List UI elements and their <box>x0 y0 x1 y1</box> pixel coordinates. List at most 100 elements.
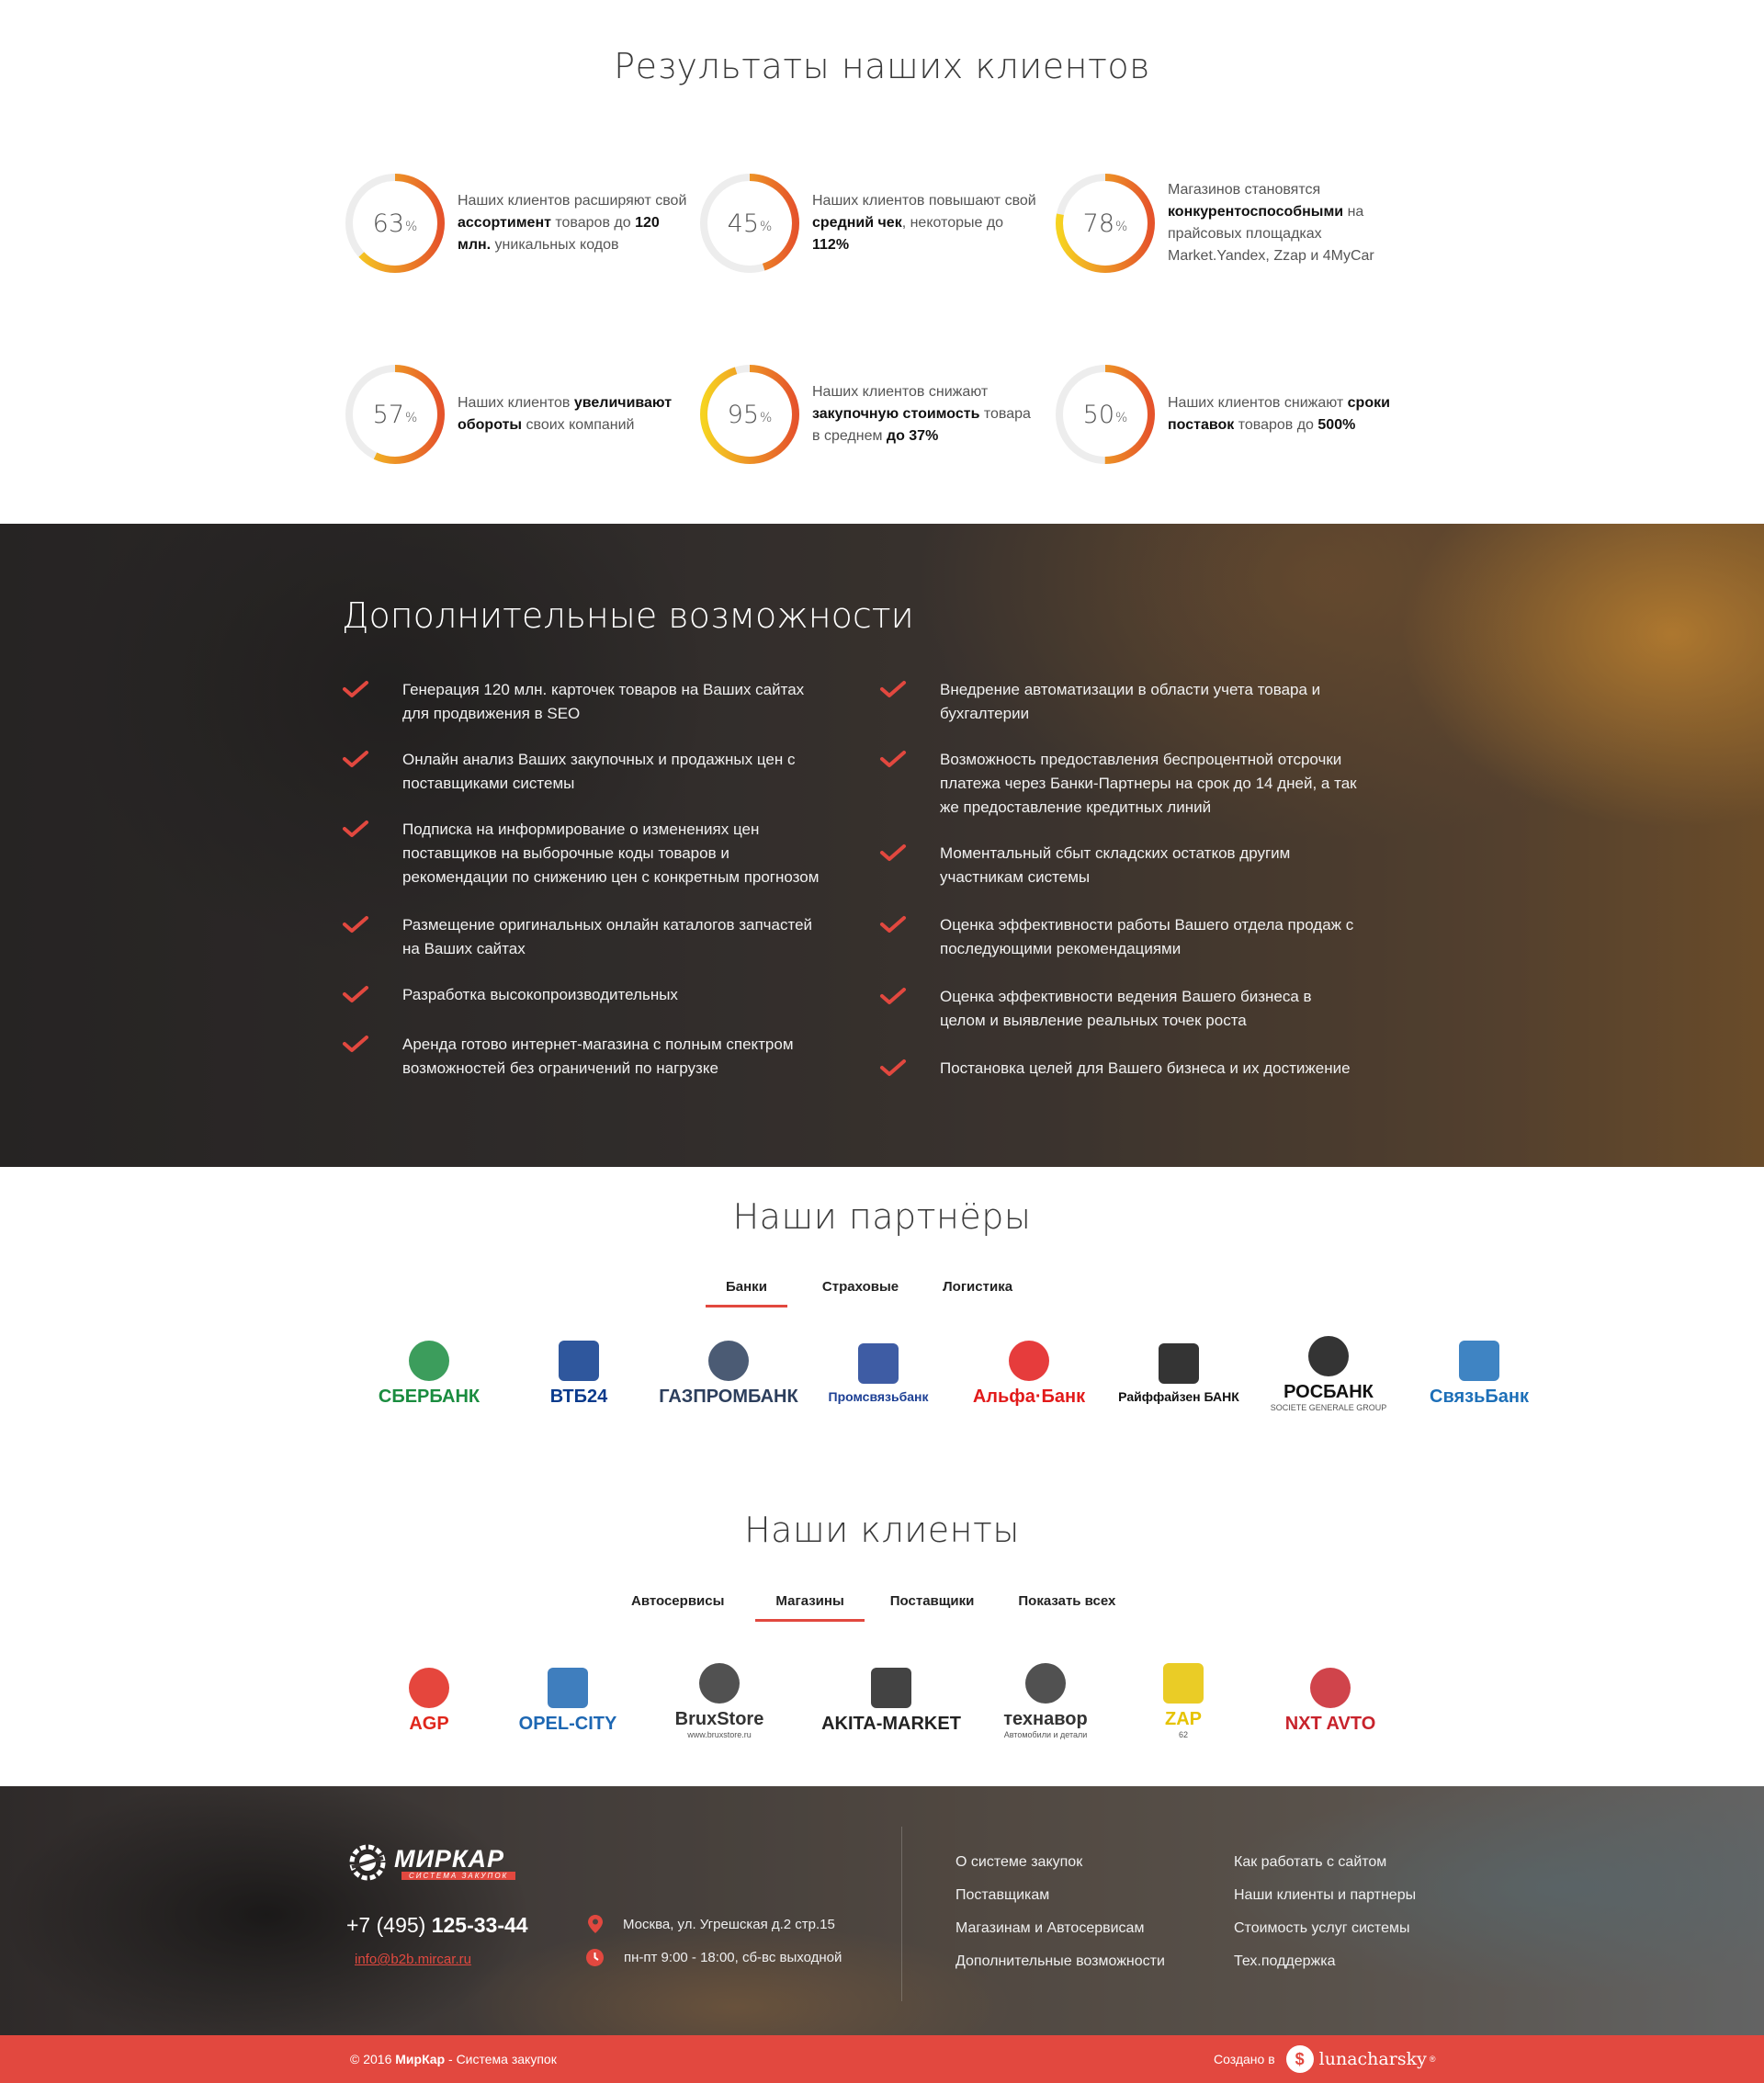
partner-logo[interactable]: РОСБАНК SOCIETE GENERALE GROUP <box>1260 1332 1397 1415</box>
tab-logistics[interactable]: Логистика <box>922 1271 1033 1308</box>
feature-item-left: Онлайн анализ Ваших закупочных и продажн… <box>342 748 820 796</box>
partner-logo-mark-icon <box>858 1343 899 1384</box>
stat-value: 45 <box>727 209 760 238</box>
feature-text: Генерация 120 млн. карточек товаров на В… <box>402 681 805 722</box>
copyright-brand: МирКар <box>395 2052 446 2066</box>
feature-item-right: Оценка эффективности ведения Вашего бизн… <box>879 985 1357 1033</box>
tab-suppliers[interactable]: Поставщики <box>870 1585 995 1622</box>
features-title: Дополнительные возможности <box>342 595 914 636</box>
client-logo-mark-icon <box>699 1662 740 1704</box>
partner-logo-mark-icon <box>1308 1335 1349 1376</box>
stat-card: 63% Наших клиентов расширяют свой ассорти… <box>342 170 691 280</box>
check-icon <box>880 988 906 1004</box>
tab-autoservices[interactable]: Автосервисы <box>611 1585 744 1622</box>
partner-logo[interactable]: СвязьБанк <box>1410 1332 1548 1415</box>
feature-text: Постановка целей для Вашего бизнеса и их… <box>940 1059 1351 1077</box>
stat-percent: 57% <box>342 361 448 468</box>
phone-main: 125-33-44 <box>431 1913 528 1937</box>
footer-link-support[interactable]: Тех.поддержка <box>1234 1953 1336 1970</box>
results-section: Результаты наших клиентов 63% Наших клиен… <box>0 0 1764 524</box>
stat-percent: 78% <box>1052 170 1159 277</box>
client-logo[interactable]: ZAP 62 <box>1114 1659 1252 1742</box>
client-logo[interactable]: BruxStore www.bruxstore.ru <box>650 1659 788 1742</box>
made-by[interactable]: Создано в $ lunacharsky ® <box>1214 2045 1435 2073</box>
client-logo-mark-icon <box>409 1667 449 1708</box>
partner-logo-name: СБЕРБАНК <box>378 1386 481 1407</box>
feature-text: Разработка высокопроизводительных <box>402 986 678 1003</box>
stat-unit: % <box>760 411 773 425</box>
partner-logo[interactable]: Райффайзен БАНК <box>1110 1332 1248 1415</box>
results-title: Результаты наших клиентов <box>614 46 1150 86</box>
stat-card: 45% Наших клиентов повышают свой средний … <box>696 170 1046 280</box>
partner-logo-name: ГАЗПРОМБАНК <box>659 1386 798 1407</box>
partner-logo-name: ВТБ24 <box>549 1386 608 1407</box>
stat-value: 95 <box>727 400 760 429</box>
feature-text: Оценка эффективности работы Вашего отдел… <box>940 916 1354 957</box>
partner-logo-name: СвязьБанк <box>1430 1386 1529 1407</box>
tab-shops[interactable]: Магазины <box>755 1585 865 1622</box>
feature-text: Оценка эффективности ведения Вашего бизн… <box>940 988 1312 1029</box>
footer-email-link[interactable]: info@b2b.mircar.ru <box>355 1952 471 1967</box>
partners-tabs: Банки Страховые Логистика <box>706 1271 1033 1308</box>
feature-text: Размещение оригинальных онлайн каталогов… <box>402 916 813 957</box>
feature-item-right: Моментальный сбыт складских остатков дру… <box>879 842 1357 889</box>
studio-name: lunacharsky <box>1318 2049 1427 2069</box>
footer-logo[interactable]: МИРКАР СИСТЕМА ЗАКУПОК <box>346 1841 516 1884</box>
client-logo[interactable]: OPEL-CITY <box>499 1659 637 1742</box>
partner-logo[interactable]: Промсвязьбанк <box>809 1332 947 1415</box>
client-logo-name: технавор <box>1003 1708 1088 1729</box>
partner-logo[interactable]: СБЕРБАНК <box>360 1332 498 1415</box>
client-logo[interactable]: AGP <box>360 1659 498 1742</box>
stat-card: 78% Магазинов становятся конкурентоспособ… <box>1052 170 1401 280</box>
check-icon <box>880 844 906 861</box>
check-icon <box>880 681 906 697</box>
client-logo-mark-icon <box>1310 1667 1351 1708</box>
stat-value: 50 <box>1082 400 1115 429</box>
stat-card: 95% Наших клиентов снижают закупочную сто… <box>696 361 1046 471</box>
partner-logo[interactable]: Альфа·Банк <box>960 1332 1098 1415</box>
feature-item-left: Разработка высокопроизводительных <box>342 983 820 1007</box>
feature-item-right: Оценка эффективности работы Вашего отдел… <box>879 913 1357 961</box>
footer-link-shops[interactable]: Магазинам и Автосервисам <box>956 1920 1144 1937</box>
partner-logo[interactable]: ВТБ24 <box>510 1332 648 1415</box>
client-logo[interactable]: технавор Автомобили и детали <box>977 1659 1114 1742</box>
footer-link-howto[interactable]: Как работать с сайтом <box>1234 1854 1386 1871</box>
tab-show-all[interactable]: Показать всех <box>998 1585 1136 1622</box>
feature-text: Аренда готово интернет-магазина с полным… <box>402 1036 794 1077</box>
check-icon <box>343 751 368 767</box>
copyright: © 2016 МирКар - Система закупок <box>350 2052 557 2066</box>
tab-insurance[interactable]: Страховые <box>802 1271 919 1308</box>
mircar-gear-icon <box>349 1844 386 1881</box>
client-logo[interactable]: NXT AVTO <box>1261 1659 1399 1742</box>
footer-link-features[interactable]: Дополнительные возможности <box>956 1953 1165 1970</box>
copyright-prefix: © 2016 <box>350 2052 396 2066</box>
feature-item-right: Постановка целей для Вашего бизнеса и их… <box>879 1057 1357 1081</box>
check-icon <box>880 751 906 767</box>
client-logo-name: AKITA-MARKET <box>821 1713 961 1734</box>
feature-item-left: Размещение оригинальных онлайн каталогов… <box>342 913 820 961</box>
stat-unit: % <box>760 220 773 234</box>
client-logo-mark-icon <box>548 1667 588 1708</box>
client-logo-mark-icon <box>871 1667 911 1708</box>
footer-hours: пн-пт 9:00 - 18:00, сб-вс выходной <box>586 1949 842 1966</box>
features-section: Дополнительные возможности Генерация 120… <box>0 524 1764 1167</box>
stat-description: Наших клиентов увеличивают обороты своих… <box>458 395 673 433</box>
tab-banks[interactable]: Банки <box>706 1271 787 1308</box>
partner-logo-name: РОСБАНК <box>1283 1381 1374 1402</box>
footer-link-suppliers[interactable]: Поставщикам <box>956 1887 1049 1904</box>
stat-percent: 95% <box>696 361 803 468</box>
partner-logo[interactable]: ГАЗПРОМБАНК <box>659 1332 798 1415</box>
clock-icon <box>586 1949 604 1966</box>
footer-phone[interactable]: +7 (495) 125-33-44 <box>346 1913 528 1938</box>
footer-link-pricing[interactable]: Стоимость услуг системы <box>1234 1920 1409 1937</box>
clients-title: Наши клиенты <box>744 1510 1020 1550</box>
footer-link-clients[interactable]: Наши клиенты и партнеры <box>1234 1887 1416 1904</box>
client-logo-name: BruxStore <box>674 1708 764 1729</box>
footer-address: Москва, ул. Угрешская д.2 стр.15 <box>588 1915 835 1933</box>
client-logo-name: AGP <box>409 1713 449 1734</box>
footer-link-about[interactable]: О системе закупок <box>956 1854 1082 1871</box>
feature-item-left: Подписка на информирование о изменениях … <box>342 818 820 889</box>
partners-title: Наши партнёры <box>732 1196 1032 1237</box>
client-logo[interactable]: AKITA-MARKET <box>821 1659 961 1742</box>
client-logo-mark-icon <box>1025 1662 1066 1704</box>
